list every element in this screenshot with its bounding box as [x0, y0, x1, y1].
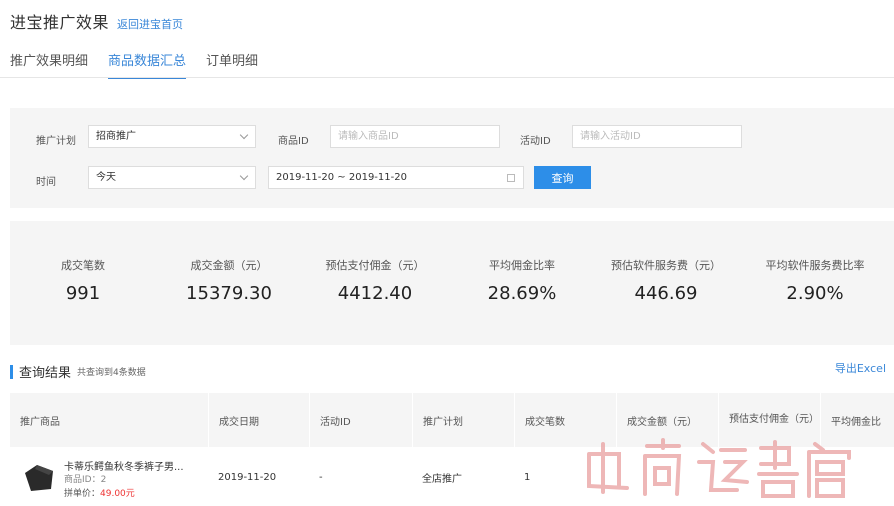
calendar-icon [507, 174, 515, 182]
column-header: 平均佣金比 [820, 393, 894, 447]
column-header: 预估支付佣金（元） [718, 393, 820, 447]
activity-id-input[interactable] [572, 125, 742, 148]
stat-value-orders: 991 [65, 283, 101, 304]
column-header: 成交笔数 [514, 393, 616, 447]
time-select[interactable]: 今天 [88, 166, 256, 189]
time-select-value: 今天 [96, 172, 116, 183]
plan-select-value: 招商推广 [96, 131, 136, 142]
tabs-divider [0, 77, 894, 78]
column-header: 推广商品 [20, 416, 60, 428]
page-header: 进宝推广效果 返回进宝首页 [10, 9, 183, 33]
stat-value-service-fee: 446.69 [634, 283, 698, 304]
product-name[interactable]: 卡蒂乐鳄鱼秋冬季裤子男... [64, 458, 184, 473]
date-range-value: 2019-11-20 ~ 2019-11-20 [276, 172, 407, 183]
stat-label-service-fee: 预估软件服务费（元） [611, 259, 721, 272]
column-header: 成交金额（元） [616, 393, 718, 447]
product-price: 拼单价：49.00元 [64, 486, 135, 499]
date-range-picker[interactable]: 2019-11-20 ~ 2019-11-20 [268, 166, 524, 189]
plan-label: 推广计划 [36, 136, 76, 147]
cell-activity-id: - [319, 471, 323, 483]
plan-select[interactable]: 招商推广 [88, 125, 256, 148]
section-marker [10, 364, 13, 379]
product-id-label: 商品ID [278, 136, 309, 147]
stat-label-service-fee-rate: 平均软件服务费比率 [765, 259, 865, 272]
activity-id-label: 活动ID [520, 136, 551, 147]
tab-bar: 推广效果明细 商品数据汇总 订单明细 [10, 50, 278, 79]
results-header: 查询结果 共查询到4条数据 [10, 362, 146, 381]
results-title: 查询结果 [19, 366, 72, 381]
back-to-home-link[interactable]: 返回进宝首页 [117, 16, 183, 32]
product-thumbnail [25, 465, 53, 491]
stat-value-amount: 15379.30 [186, 283, 272, 304]
price-label: 拼单价： [64, 489, 101, 499]
price-value: 49.00元 [100, 489, 135, 499]
filter-panel: 推广计划 招商推广 商品ID 活动ID 时间 今天 2019-11-20 ~ 2… [10, 108, 894, 208]
cell-orders: 1 [524, 471, 531, 483]
column-header: 推广计划 [412, 393, 514, 447]
page-title: 进宝推广效果 [10, 13, 110, 32]
query-button[interactable]: 查询 [534, 166, 591, 189]
chevron-down-icon [239, 130, 249, 140]
cell-plan: 全店推广 [422, 473, 462, 485]
stat-value-commission-rate: 28.69% [487, 283, 557, 304]
chevron-down-icon [239, 171, 249, 181]
stats-panel: 成交笔数 991 成交金额（元） 15379.30 预估支付佣金（元） 4412… [10, 221, 894, 345]
stat-label-amount: 成交金额（元） [190, 259, 268, 272]
results-count: 共查询到4条数据 [77, 368, 146, 378]
export-excel-link[interactable]: 导出Excel [835, 360, 886, 376]
time-label: 时间 [36, 177, 56, 188]
tab-order-detail[interactable]: 订单明细 [206, 50, 258, 79]
tab-promotion-detail[interactable]: 推广效果明细 [10, 50, 88, 79]
column-header: 成交日期 [208, 393, 309, 447]
stat-label-orders: 成交笔数 [61, 259, 105, 272]
column-header: 活动ID [309, 393, 412, 447]
stat-value-commission: 4412.40 [337, 283, 413, 304]
stat-value-service-fee-rate: 2.90% [786, 283, 844, 304]
product-id-input[interactable] [330, 125, 500, 148]
stat-label-commission-rate: 平均佣金比率 [489, 259, 555, 272]
product-id: 商品ID：2 [64, 475, 107, 485]
stat-label-commission: 预估支付佣金（元） [325, 259, 425, 272]
table-row[interactable]: 卡蒂乐鳄鱼秋冬季裤子男... 商品ID：2 拼单价：49.00元 2019-11… [10, 447, 894, 506]
table-header: 推广商品 成交日期 活动ID 推广计划 成交笔数 成交金额（元） 预估支付佣金（… [10, 393, 894, 447]
cell-date: 2019-11-20 [218, 471, 277, 483]
tab-product-summary[interactable]: 商品数据汇总 [108, 50, 187, 79]
